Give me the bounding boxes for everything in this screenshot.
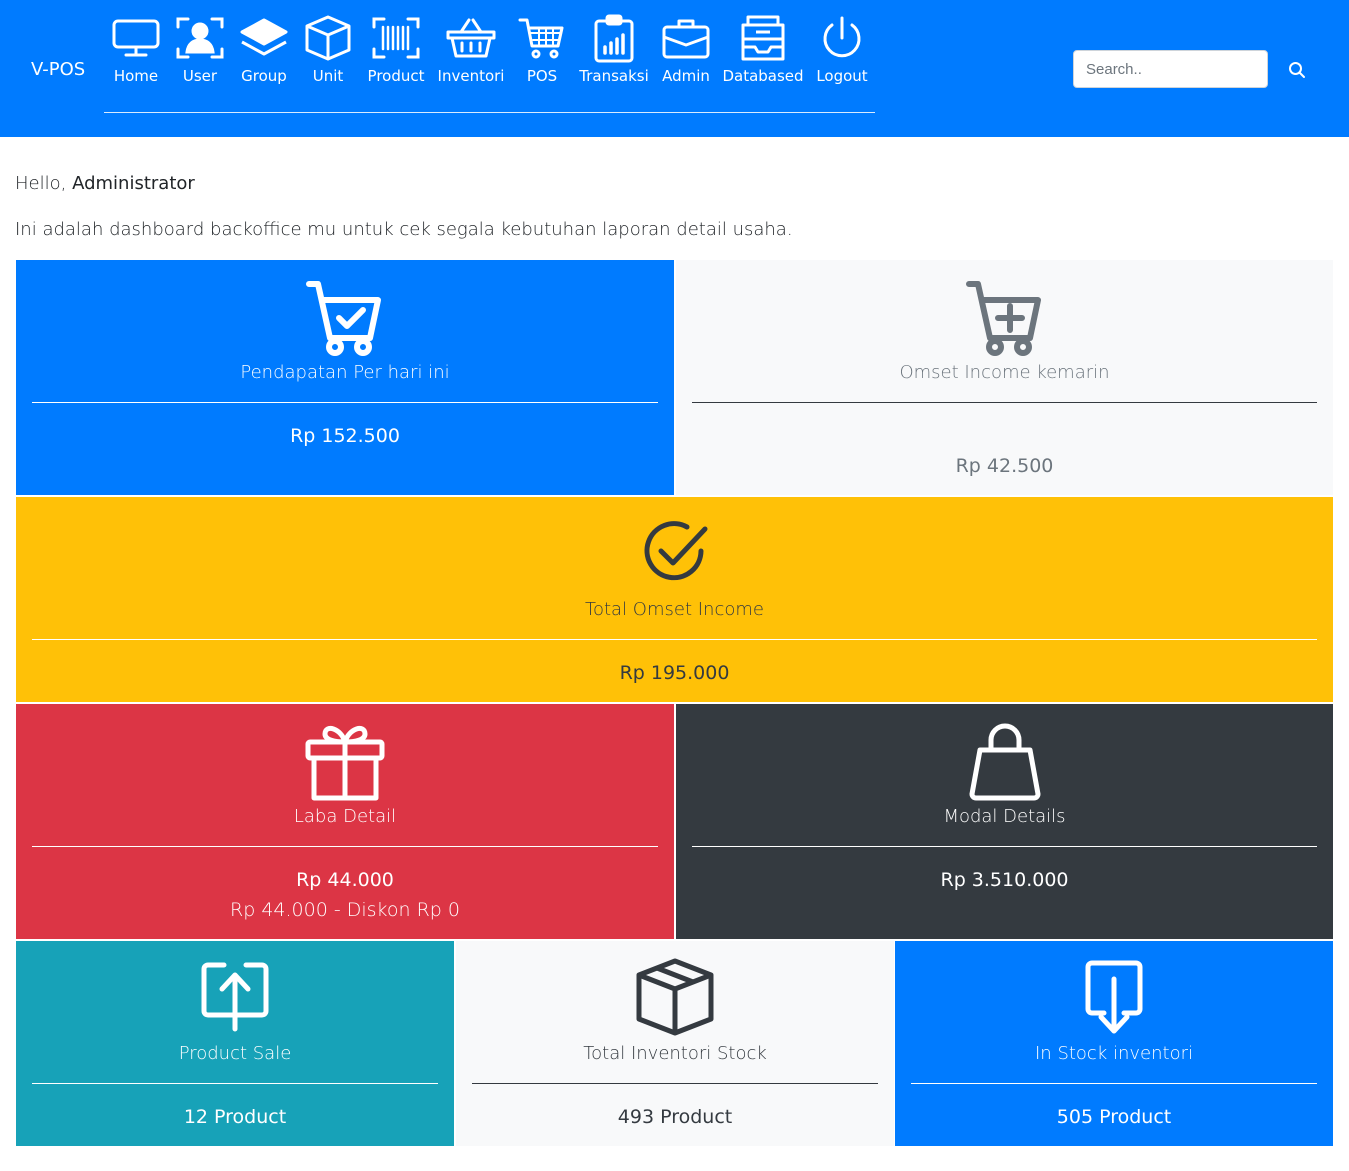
box-icon [302, 12, 354, 64]
user-badge-icon [174, 12, 226, 64]
card-divider [32, 402, 658, 403]
layers-icon [238, 12, 290, 64]
card-title: Laba Detail [293, 806, 397, 827]
card-title: Omset Income kemarin [899, 362, 1110, 383]
card-title: Total Omset Income [585, 599, 764, 620]
card-value: Rp 42.500 [955, 455, 1054, 477]
nav-label: Logout [816, 67, 868, 85]
card-yesterday-income: Omset Income kemarin Rp 42.500 [676, 260, 1333, 495]
power-icon [816, 12, 868, 64]
card-inventori-stock: Total Inventori Stock 493 Product [456, 941, 894, 1146]
card-today-income: Pendapatan Per hari ini Rp 152.500 [16, 260, 674, 495]
card-value: 505 Product [1056, 1106, 1172, 1128]
briefcase-icon [660, 12, 712, 64]
box-icon [456, 957, 894, 1037]
inbox-stack-icon [737, 12, 789, 64]
card-divider [32, 639, 1317, 640]
card-title: Pendapatan Per hari ini [240, 362, 450, 383]
nav-label: Home [113, 67, 159, 85]
card-modal-details: Modal Details Rp 3.510.000 [676, 704, 1333, 939]
nav-item-unit[interactable]: Unit [302, 12, 354, 92]
nav-label: Unit [312, 67, 344, 85]
barcode-icon [370, 12, 422, 64]
shopping-bag-icon [676, 720, 1333, 802]
nav-label: Group [241, 67, 287, 85]
nav-label: Product [367, 67, 425, 85]
nav-item-databased[interactable]: Databased [722, 12, 804, 92]
card-subvalue: Rp 44.000 - Diskon Rp 0 [230, 899, 460, 921]
card-divider [911, 1083, 1317, 1084]
card-value: Rp 44.000 [296, 869, 394, 891]
brand-logo[interactable]: V-POS [31, 59, 85, 80]
navbar: V-POS Home User Group Unit Product Inven… [0, 0, 1349, 137]
box-arrow-down-icon [895, 959, 1333, 1037]
nav-label: Admin [662, 67, 710, 85]
check-circle-icon [16, 517, 1333, 589]
card-value: 493 Product [617, 1106, 733, 1128]
nav-item-user[interactable]: User [174, 12, 226, 92]
card-divider [692, 402, 1317, 403]
card-total-income: Total Omset Income Rp 195.000 [16, 497, 1333, 702]
nav-label: User [182, 67, 218, 85]
user-name: Administrator [72, 173, 195, 194]
card-value: Rp 3.510.000 [940, 869, 1069, 891]
card-value: 12 Product [183, 1106, 287, 1128]
intro-text: Ini adalah dashboard backoffice mu untuk… [15, 219, 793, 240]
greeting-hello: Hello, [15, 173, 67, 194]
card-title: In Stock inventori [1035, 1043, 1193, 1064]
card-value: Rp 195.000 [619, 662, 730, 684]
nav-label: Transaksi [579, 67, 649, 85]
card-title: Total Inventori Stock [583, 1043, 767, 1064]
gift-icon [16, 720, 674, 802]
card-laba-detail: Laba Detail Rp 44.000 Rp 44.000 - Diskon… [16, 704, 674, 939]
cart-plus-icon [676, 278, 1333, 358]
card-title: Modal Details [943, 806, 1066, 827]
card-in-stock: In Stock inventori 505 Product [895, 941, 1333, 1146]
nav-label: POS [526, 67, 558, 85]
card-product-sale: Product Sale 12 Product [16, 941, 454, 1146]
nav-item-home[interactable]: Home [110, 12, 162, 92]
monitor-icon [110, 12, 162, 64]
card-value: Rp 152.500 [290, 425, 400, 447]
nav-label: Databased [722, 67, 804, 85]
nav-item-logout[interactable]: Logout [816, 12, 868, 92]
cart-check-icon [16, 278, 674, 358]
box-arrow-up-icon [16, 959, 454, 1033]
nav-item-product[interactable]: Product [368, 12, 424, 92]
cart-icon [516, 12, 568, 64]
search-input[interactable] [1073, 50, 1268, 88]
card-divider [32, 846, 658, 847]
greeting: Hello, Administrator [15, 173, 195, 194]
nav-item-transaksi[interactable]: Transaksi [579, 12, 649, 92]
nav-item-admin[interactable]: Admin [660, 12, 712, 92]
basket-icon [445, 12, 497, 64]
card-divider [472, 1083, 878, 1084]
card-divider [32, 1083, 438, 1084]
main-nav: Home User Group Unit Product Inventori P… [104, 12, 875, 113]
nav-item-pos[interactable]: POS [516, 12, 568, 92]
report-chart-icon [588, 12, 640, 64]
card-divider [692, 846, 1317, 847]
nav-item-inventori[interactable]: Inventori [437, 12, 505, 92]
nav-item-group[interactable]: Group [238, 12, 290, 92]
search-icon[interactable] [1285, 58, 1309, 82]
card-title: Product Sale [178, 1043, 292, 1064]
nav-label: Inventori [437, 67, 505, 85]
